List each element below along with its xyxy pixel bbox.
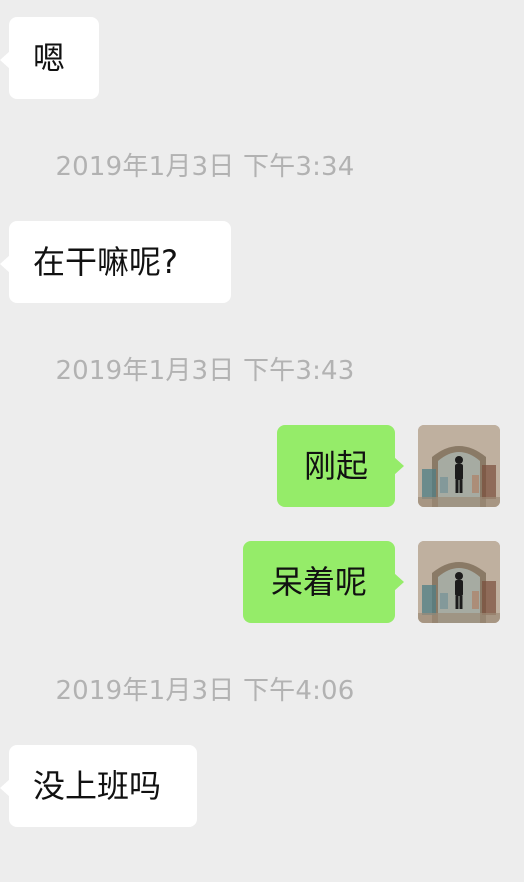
avatar-photo-icon	[418, 425, 500, 507]
incoming-message-bubble[interactable]: 嗯	[0, 17, 99, 99]
avatar-photo-icon	[418, 541, 500, 623]
message-text: 嗯	[33, 39, 66, 77]
message-timestamp: 2019年1月3日 下午3:43	[55, 356, 355, 386]
outgoing-message-bubble[interactable]: 刚起	[277, 425, 404, 507]
message-timestamp: 2019年1月3日 下午4:06	[55, 676, 355, 706]
message-text: 没上班吗	[33, 767, 162, 805]
message-timestamp: 2019年1月3日 下午3:34	[55, 152, 355, 182]
message-text: 呆着呢	[270, 563, 367, 601]
outgoing-message-bubble[interactable]: 呆着呢	[243, 541, 404, 623]
message-text: 刚起	[303, 447, 368, 485]
incoming-message-bubble[interactable]: 没上班吗	[0, 745, 197, 827]
user-avatar-icon[interactable]	[418, 541, 500, 623]
message-text: 在干嘛呢?	[33, 243, 178, 281]
user-avatar-icon[interactable]	[418, 425, 500, 507]
chat-conversation: 嗯 2019年1月3日 下午3:34 在干嘛呢? 2019年1月3日 下午3:4…	[0, 0, 524, 882]
incoming-message-bubble[interactable]: 在干嘛呢?	[0, 221, 231, 303]
